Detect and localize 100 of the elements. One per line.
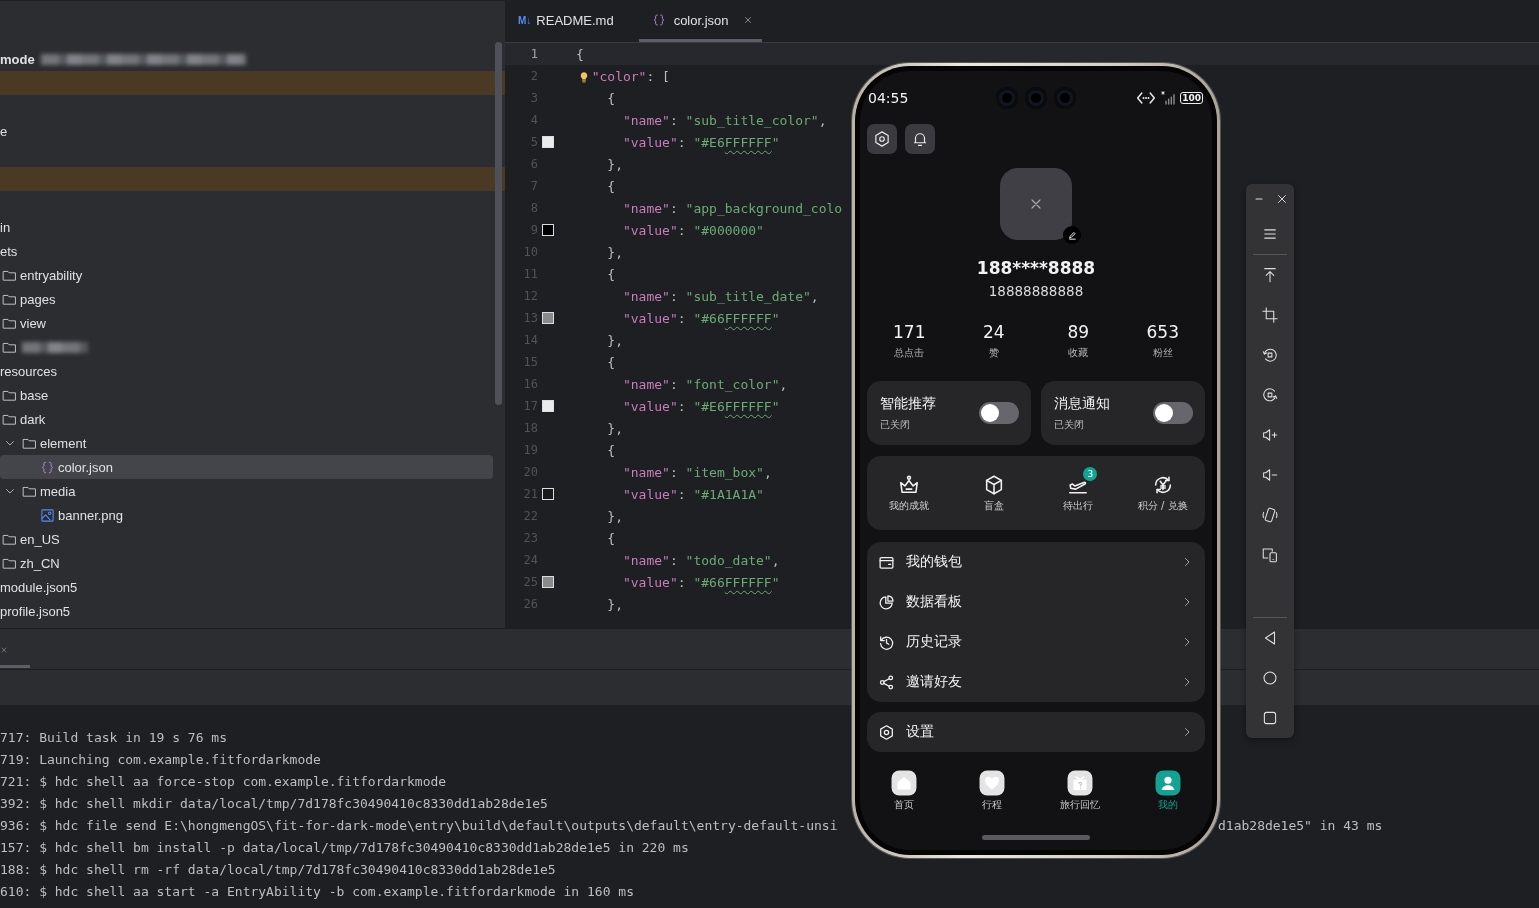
- terminal-line: 188: $ hdc shell rm -rf data/local/tmp/7d178fc30490410c8330dd1ab28de1e5: [0, 862, 556, 877]
- tree-item[interactable]: en_US: [0, 527, 493, 551]
- count-badge: 3: [1083, 466, 1098, 481]
- tree-item[interactable]: dark: [0, 407, 493, 431]
- person-icon: [1155, 770, 1181, 796]
- tree-item[interactable]: color.json: [0, 455, 493, 479]
- braces-icon: [40, 459, 55, 475]
- volume-up-icon[interactable]: [1261, 426, 1279, 444]
- home-icon[interactable]: [1261, 669, 1279, 687]
- nav-tab[interactable]: 行程: [948, 770, 1036, 812]
- line-number: 19: [522, 443, 538, 457]
- upload-icon[interactable]: [1261, 266, 1279, 284]
- rotate-left-icon[interactable]: [1261, 346, 1279, 364]
- color-swatch[interactable]: [542, 400, 554, 412]
- menu-item[interactable]: 邀请好友: [867, 662, 1205, 702]
- tree-item[interactable]: pages: [0, 287, 493, 311]
- action-item[interactable]: 盲盒: [951, 456, 1036, 530]
- color-swatch[interactable]: [542, 488, 554, 500]
- line-number: 10: [522, 245, 538, 259]
- code-line: {: [607, 442, 616, 458]
- tree-item[interactable]: zh_CN: [0, 551, 493, 575]
- image-icon: [40, 507, 55, 523]
- tree-item[interactable]: media: [0, 479, 493, 503]
- code-line: "name": "app_background_colo: [622, 200, 843, 216]
- line-number: 15: [522, 355, 538, 369]
- edit-badge[interactable]: [1063, 226, 1081, 244]
- code-line: "value": "#E6FFFFFF": [622, 398, 780, 414]
- tree-item[interactable]: resources: [0, 359, 493, 383]
- line-number: 12: [522, 289, 538, 303]
- tree-item[interactable]: e: [0, 119, 493, 143]
- tree-item[interactable]: mode: [0, 47, 493, 71]
- menu-item[interactable]: 数据看板: [867, 582, 1205, 622]
- crop-icon[interactable]: [1261, 306, 1279, 324]
- action-item[interactable]: 3 待出行: [1036, 456, 1121, 530]
- camera-hole: [1024, 86, 1047, 109]
- file-type-label: M↓: [518, 14, 532, 26]
- tree-item[interactable]: view: [0, 311, 493, 335]
- nav-tab[interactable]: 我的: [1124, 770, 1212, 812]
- line-number: 6: [529, 157, 538, 171]
- tree-item[interactable]: in: [0, 215, 493, 239]
- terminal-line: d1ab28de1e5" in 43 ms: [1218, 817, 1383, 835]
- line-number: 13: [522, 311, 538, 325]
- stat-label: 赞: [988, 346, 999, 360]
- menu-item[interactable]: 设置: [867, 712, 1205, 752]
- tree-item[interactable]: profile.json5: [0, 599, 493, 623]
- editor-tab[interactable]: M↓ README.md: [505, 1, 623, 42]
- lightbulb-icon[interactable]: [578, 70, 590, 83]
- tree-item[interactable]: banner.png: [0, 503, 493, 527]
- code-line: {: [607, 266, 616, 282]
- scrollbar-thumb[interactable]: [495, 42, 502, 405]
- line-number: 11: [522, 267, 538, 281]
- nav-tab[interactable]: 首页: [860, 770, 948, 812]
- terminal-line: 936: $ hdc file send E:\hongmengOS\fit-for-dark-mode\entry\build\default\outputs\default\entry-default-unsi: [0, 817, 838, 835]
- tree-item[interactable]: element: [0, 431, 493, 455]
- action-item[interactable]: 积分 / 兑换: [1120, 456, 1205, 530]
- color-swatch[interactable]: [542, 576, 554, 588]
- color-swatch[interactable]: [542, 224, 554, 236]
- toggle-switch[interactable]: [979, 402, 1019, 424]
- line-number: 25: [522, 575, 538, 589]
- code-line: {: [607, 530, 616, 546]
- stat-value: 653: [1146, 321, 1179, 344]
- tree-item[interactable]: entryability: [0, 263, 493, 287]
- camera-hole: [995, 86, 1018, 109]
- code-line: },: [607, 332, 623, 348]
- status-time: 04:55: [868, 89, 910, 106]
- color-swatch[interactable]: [542, 312, 554, 324]
- rotate-right-icon[interactable]: [1261, 386, 1279, 404]
- bell-button[interactable]: [905, 124, 935, 154]
- menu-item[interactable]: 历史记录: [867, 622, 1205, 662]
- menu-item[interactable]: 我的钱包: [867, 542, 1205, 582]
- stat-value: 89: [1067, 321, 1090, 344]
- shake-phone-icon[interactable]: [1261, 506, 1279, 524]
- settings-icon: [878, 723, 895, 741]
- stat-value: 24: [982, 321, 1005, 344]
- close-icon[interactable]: [742, 15, 753, 25]
- line-number: 16: [522, 377, 538, 391]
- profile-name: 188****8888: [976, 257, 1096, 280]
- code-line: {: [607, 90, 616, 106]
- devices-icon[interactable]: [1261, 546, 1279, 564]
- tree-item[interactable]: module.json5: [0, 575, 493, 599]
- volume-down-icon[interactable]: [1261, 466, 1279, 484]
- color-swatch[interactable]: [542, 136, 554, 148]
- settings-button[interactable]: [867, 124, 897, 154]
- line-number: 7: [529, 179, 538, 193]
- code-line: "name": "sub_title_color",: [622, 112, 827, 128]
- recents-icon[interactable]: [1261, 709, 1279, 727]
- terminal-line: 392: $ hdc shell mkdir data/local/tmp/7d178fc30490410c8330dd1ab28de1e5: [0, 796, 548, 811]
- tree-item[interactable]: base: [0, 383, 493, 407]
- terminal-line: 719: Launching com.example.fitfordarkmode: [0, 752, 321, 767]
- tree-item[interactable]: ets: [0, 239, 493, 263]
- action-item[interactable]: 我的成就: [867, 456, 952, 530]
- line-number: 9: [529, 223, 538, 237]
- terminal-line: 157: $ hdc shell bm install -p data/local/tmp/7d178fc30490410c8330dd1ab28de1e5 in 220 ms: [0, 840, 689, 855]
- nav-tab[interactable]: 旅行回忆: [1036, 770, 1124, 812]
- battery-indicator: 100: [1180, 91, 1203, 104]
- stat-value: 171: [893, 321, 926, 344]
- crown-icon: [898, 473, 921, 496]
- line-number: 1: [529, 47, 538, 61]
- toggle-switch[interactable]: [1153, 402, 1193, 424]
- stat-label: 总点击: [894, 346, 925, 360]
